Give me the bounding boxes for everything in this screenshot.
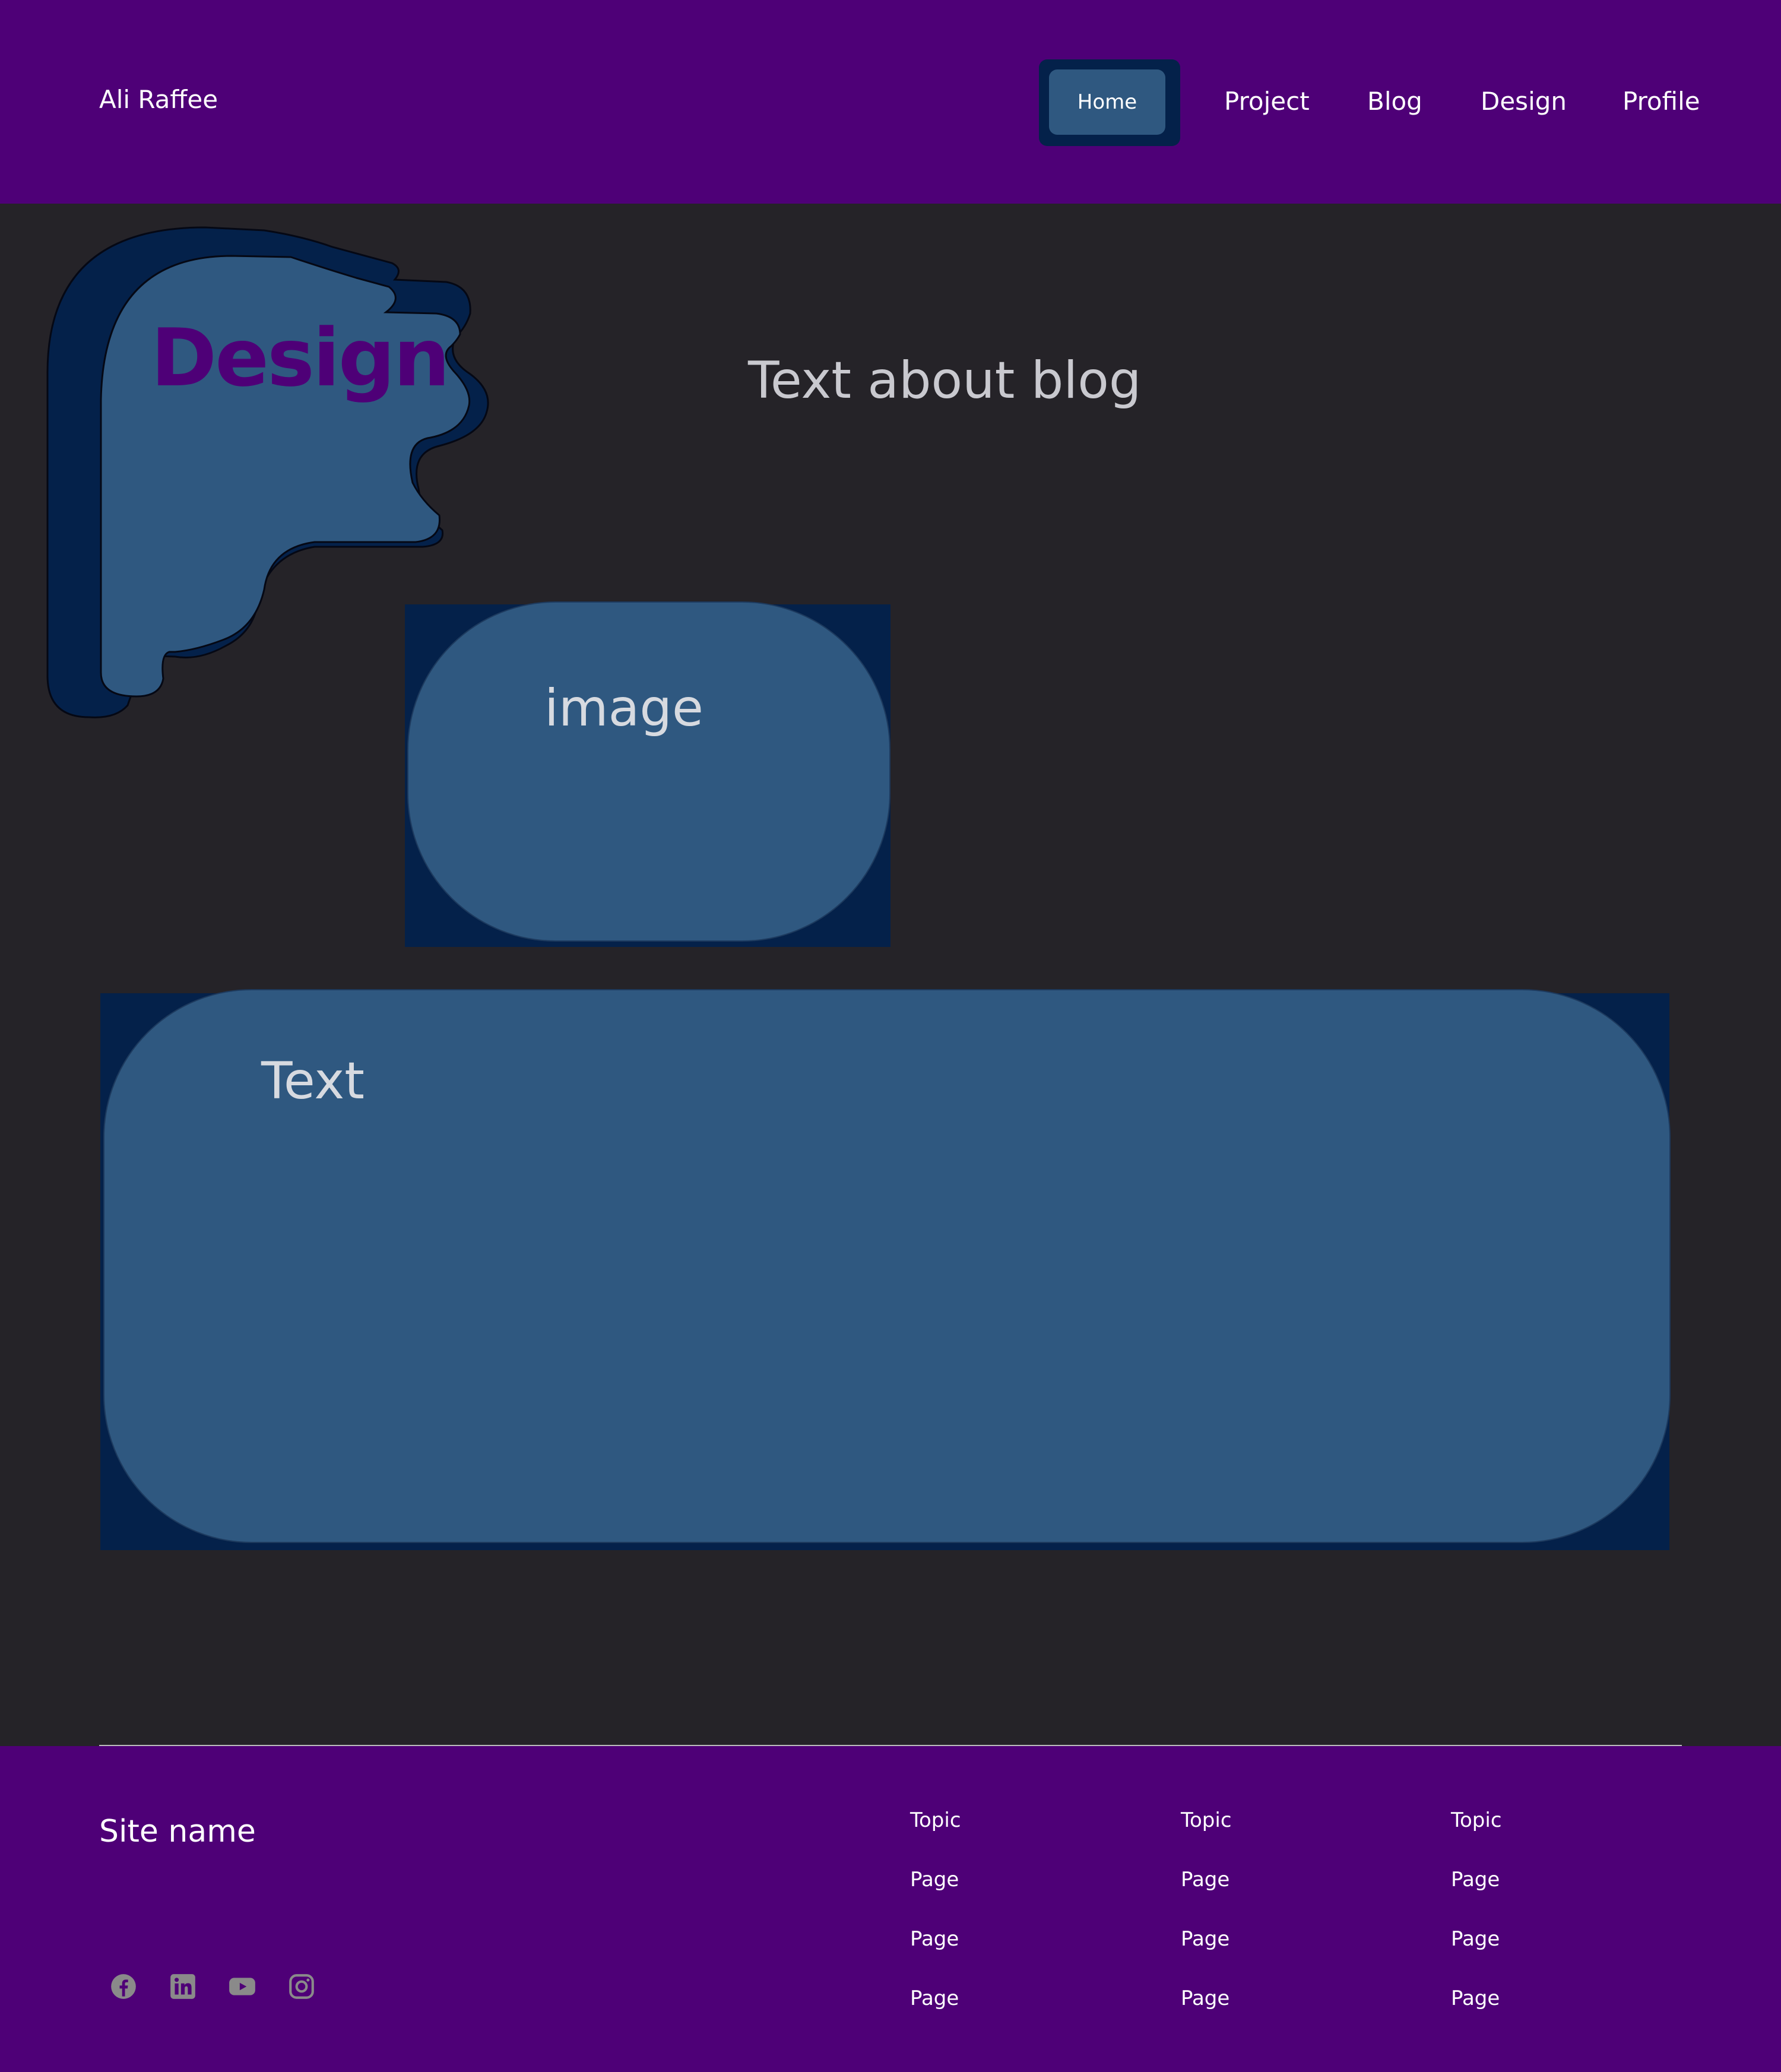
footer-page-link[interactable]: Page [910,1987,959,2010]
footer-page-link[interactable]: Page [910,1927,959,1951]
main-content: Design Text about blog image Text [0,204,1781,1745]
instagram-icon[interactable] [287,1972,316,2001]
brand-name[interactable]: Ali Raffee [99,85,218,114]
footer-page-link[interactable]: Page [910,1868,959,1892]
blog-intro-text: Text about blog [748,351,1142,410]
linkedin-icon[interactable] [168,1972,198,2001]
facebook-icon[interactable] [109,1972,138,2001]
youtube-icon[interactable] [227,1972,257,2001]
image-card-label: image [544,679,703,738]
design-title: Design [151,312,450,404]
footer-page-link[interactable]: Page [1181,1927,1229,1951]
footer-page-link[interactable]: Page [1181,1868,1229,1892]
nav-project-link[interactable]: Project [1224,87,1310,116]
nav-design-link[interactable]: Design [1481,87,1567,116]
footer-topic: Topic [910,1808,961,1832]
image-card[interactable] [407,601,890,942]
nav-home-button[interactable]: Home [1049,69,1165,135]
site-footer: Site name Topic Page Page Page Topic Pag… [0,1746,1781,2072]
site-header: Ali Raffee Home Project Blog Design Prof… [0,0,1781,204]
footer-page-link[interactable]: Page [1451,1987,1500,2010]
footer-topic: Topic [1451,1808,1502,1832]
nav-profile-link[interactable]: Profile [1622,87,1700,116]
footer-topic: Topic [1181,1808,1232,1832]
footer-site-name: Site name [99,1814,256,1849]
footer-page-link[interactable]: Page [1451,1868,1500,1892]
footer-page-link[interactable]: Page [1451,1927,1500,1951]
footer-page-link[interactable]: Page [1181,1987,1229,2010]
nav-blog-link[interactable]: Blog [1367,87,1422,116]
text-card-label: Text [261,1051,365,1111]
